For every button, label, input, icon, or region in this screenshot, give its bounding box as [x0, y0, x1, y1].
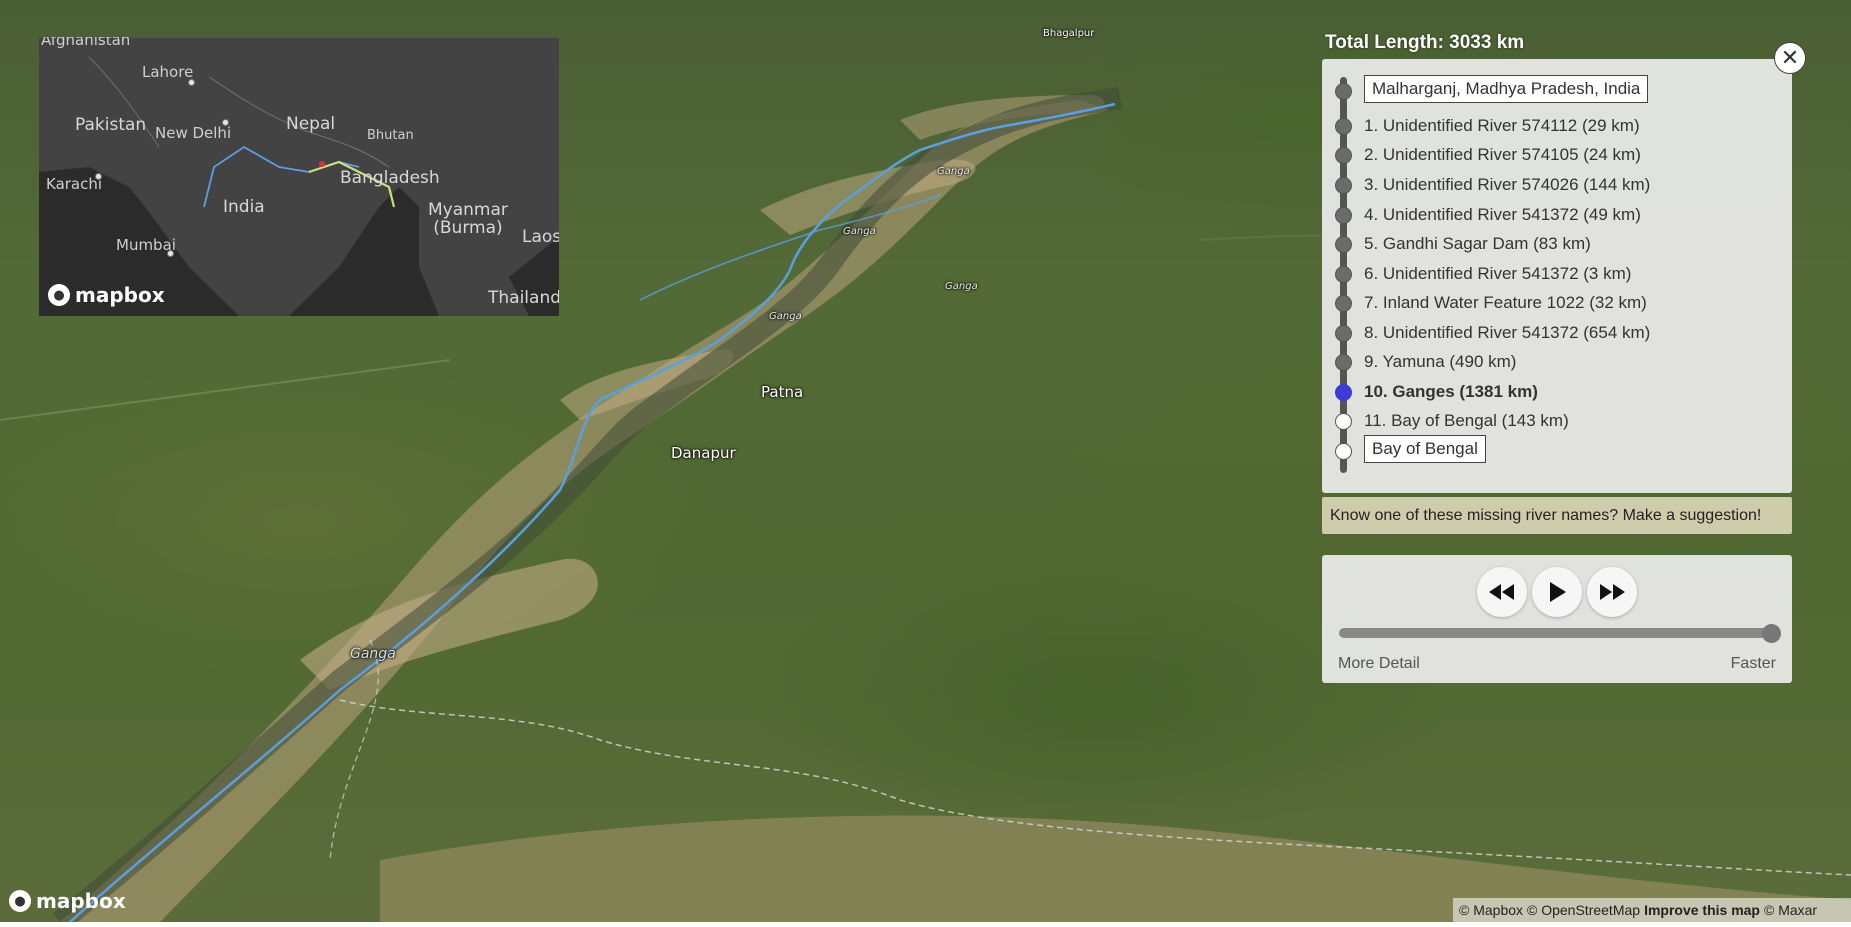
- minimap-label-laos: Laos: [522, 227, 559, 247]
- play-icon: [1550, 582, 1566, 602]
- map-label-ganga: Ganga: [769, 311, 802, 322]
- slider-label-faster: Faster: [1730, 655, 1776, 672]
- route-stop-marker: [1335, 265, 1352, 283]
- minimap-label-myanmar: Myanmar (Burma): [428, 200, 508, 238]
- map-label-ganga: Ganga: [843, 226, 876, 237]
- attribution-maxar[interactable]: © Maxar: [1764, 902, 1817, 918]
- route-stop-label: Malharganj, Madhya Pradesh, India: [1364, 75, 1649, 103]
- close-icon: ✕: [1780, 45, 1800, 70]
- slider-label-more-detail: More Detail: [1338, 655, 1420, 672]
- route-stop-label: 6. Unidentified River 541372 (3 km): [1364, 264, 1632, 283]
- route-stop-marker: [1335, 176, 1352, 194]
- minimap-city-dot: [167, 250, 174, 257]
- minimap-label-karachi: Karachi: [46, 175, 103, 193]
- route-stop-marker: [1335, 294, 1352, 312]
- minimap-city-dot: [222, 119, 229, 126]
- route-stop-marker: [1335, 324, 1352, 342]
- route-stop-label: 3. Unidentified River 574026 (144 km): [1364, 175, 1651, 194]
- map-attribution: © Mapbox © OpenStreetMap Improve this ma…: [1453, 898, 1851, 922]
- minimap-label-bangladesh: Bangladesh: [340, 168, 440, 188]
- route-stop-label: Bay of Bengal: [1364, 435, 1486, 463]
- minimap-label-new-delhi: New Delhi: [155, 124, 232, 142]
- route-stop-label: 1. Unidentified River 574112 (29 km): [1364, 116, 1640, 135]
- route-stop-marker: [1335, 235, 1352, 253]
- map-label-ganga: Ganga: [937, 166, 970, 177]
- route-stop-marker: [1335, 442, 1352, 460]
- improve-map-link[interactable]: Improve this map: [1644, 902, 1760, 918]
- route-stop-label: 11. Bay of Bengal (143 km): [1364, 411, 1569, 430]
- route-stop-label: 2. Unidentified River 574105 (24 km): [1364, 145, 1641, 164]
- minimap-city-dot: [95, 173, 102, 180]
- route-stop-label: 9. Yamuna (490 km): [1364, 352, 1517, 371]
- route-stop-marker: [1335, 353, 1352, 371]
- rewind-icon: [1489, 584, 1514, 600]
- close-button[interactable]: ✕: [1774, 42, 1806, 74]
- route-stop-label: 8. Unidentified River 541372 (654 km): [1364, 323, 1651, 342]
- route-stop-marker: [1335, 146, 1352, 164]
- speed-slider-track[interactable]: [1339, 628, 1779, 638]
- route-stop-marker: [1335, 412, 1352, 430]
- map-label-bhagalpur: Bhagalpur: [1043, 28, 1095, 39]
- minimap-label-thailand: Thailand: [488, 288, 559, 308]
- mapbox-icon: ●: [9, 890, 31, 912]
- minimap-mapbox-logo[interactable]: ● mapbox: [48, 283, 165, 307]
- playback-controls: More Detail Faster: [1322, 555, 1792, 683]
- fast-forward-button[interactable]: [1587, 567, 1637, 617]
- route-stop-marker: [1335, 82, 1352, 100]
- attribution-osm[interactable]: © OpenStreetMap: [1527, 902, 1640, 918]
- speed-slider-thumb[interactable]: [1762, 624, 1781, 643]
- route-stop-label: 4. Unidentified River 541372 (49 km): [1364, 205, 1641, 224]
- map-label-ganga: Ganga: [945, 281, 978, 292]
- overview-minimap[interactable]: Afghanistan Lahore Pakistan New Delhi Ne…: [39, 37, 559, 316]
- route-stop-label: 5. Gandhi Sagar Dam (83 km): [1364, 234, 1591, 253]
- route-list-panel: Malharganj, Madhya Pradesh, India 1. Unid…: [1322, 59, 1792, 493]
- map-label-patna: Patna: [761, 383, 804, 401]
- route-stop-marker: [1335, 206, 1352, 224]
- attribution-mapbox[interactable]: © Mapbox: [1459, 902, 1523, 918]
- route-stop-marker: [1335, 117, 1352, 135]
- minimap-city-dot: [188, 79, 195, 86]
- minimap-land: [39, 37, 559, 316]
- total-length: Total Length: 3033 km: [1325, 32, 1525, 53]
- suggestion-link[interactable]: Know one of these missing river names? M…: [1322, 497, 1792, 534]
- minimap-label-india: India: [223, 197, 265, 217]
- minimap-label-afghanistan: Afghanistan: [41, 37, 131, 49]
- minimap-label-nepal: Nepal: [286, 114, 336, 134]
- route-stop-label: 10. Ganges (1381 km): [1364, 382, 1538, 401]
- rewind-button[interactable]: [1477, 567, 1527, 617]
- map-label-danapur: Danapur: [671, 444, 736, 462]
- route-stop-marker: [1335, 383, 1352, 401]
- mapbox-icon: ●: [48, 284, 70, 306]
- minimap-label-bhutan: Bhutan: [367, 128, 414, 143]
- route-stop-label: 7. Inland Water Feature 1022 (32 km): [1364, 293, 1647, 312]
- minimap-label-pakistan: Pakistan: [75, 115, 147, 135]
- play-button[interactable]: [1532, 567, 1582, 617]
- map-label-ganga: Ganga: [350, 646, 396, 662]
- mapbox-logo[interactable]: ● mapbox: [9, 889, 126, 913]
- fast-forward-icon: [1600, 584, 1625, 600]
- minimap-label-lahore: Lahore: [142, 63, 194, 81]
